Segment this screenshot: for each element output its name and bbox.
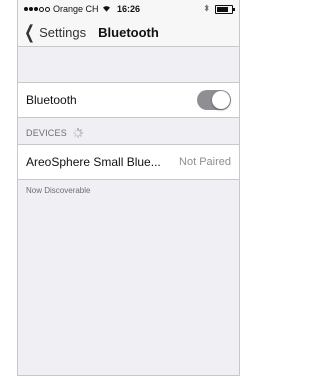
devices-header-label: DEVICES [26,128,67,138]
bluetooth-toggle[interactable] [197,90,231,110]
devices-section-header: DEVICES [18,118,239,144]
device-name: AreoSphere Small Blue... [26,155,161,169]
bluetooth-icon [204,4,209,14]
carrier-name: Orange CH [53,4,99,14]
back-button[interactable]: ❮ Settings [22,23,86,41]
status-bar: Orange CH 16:26 [18,0,239,18]
battery-icon [215,4,235,14]
device-row[interactable]: AreoSphere Small Blue... Not Paired [18,144,239,180]
loading-spinner-icon [72,128,83,138]
discoverable-footer: Now Discoverable [26,186,91,195]
wifi-icon [102,4,111,14]
toggle-knob [212,91,230,109]
device-pairing-status: Not Paired [179,156,231,168]
bluetooth-row-label: Bluetooth [26,93,77,107]
navigation-bar: ❮ Settings Bluetooth [18,18,239,47]
back-button-label: Settings [39,24,87,40]
bluetooth-row: Bluetooth [18,82,239,118]
phone-screen: Orange CH 16:26 ❮ Settings Bluetooth Blu… [17,0,240,376]
signal-dots-icon [24,6,50,12]
chevron-left-icon: ❮ [24,22,35,42]
